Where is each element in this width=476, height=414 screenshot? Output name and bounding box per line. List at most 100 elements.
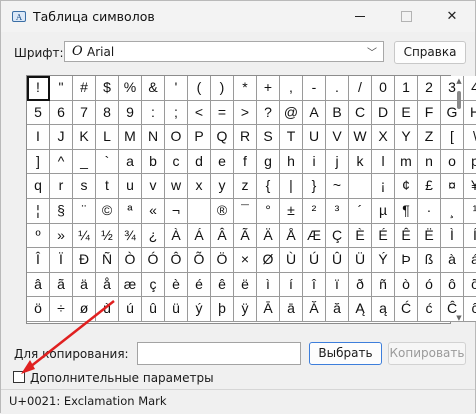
char-cell[interactable]: } [303, 174, 326, 199]
char-cell[interactable]: ¡ [372, 174, 395, 199]
char-cell[interactable]: ÿ [234, 297, 257, 322]
char-cell[interactable]: ª [119, 199, 142, 224]
char-cell[interactable]: B [326, 100, 349, 126]
char-cell[interactable]: î [303, 272, 326, 298]
char-cell[interactable]: ° [257, 199, 280, 224]
char-cell[interactable]: T [280, 125, 303, 150]
char-cell[interactable]: E [395, 100, 418, 126]
char-cell[interactable]: v [142, 174, 165, 199]
char-cell[interactable]: ä [73, 272, 96, 298]
char-cell[interactable]: Ă [303, 297, 326, 322]
char-cell[interactable]: s [73, 174, 96, 199]
char-cell[interactable]: { [257, 174, 280, 199]
char-cell[interactable]: Ä [257, 223, 280, 249]
char-cell[interactable]: * [234, 76, 257, 101]
char-cell[interactable]: ý [188, 297, 211, 322]
char-cell[interactable]: Ý [372, 248, 395, 273]
char-cell[interactable]: Â [211, 223, 234, 249]
minimize-button[interactable] [337, 1, 383, 32]
char-cell[interactable]: ¯ [234, 199, 257, 224]
char-cell[interactable]: Ø [257, 248, 280, 273]
char-cell[interactable]: % [119, 76, 142, 101]
char-cell[interactable]: Ð [73, 248, 96, 273]
char-cell[interactable]: × [234, 248, 257, 273]
char-cell[interactable]: À [165, 223, 188, 249]
select-button[interactable]: Выбрать [309, 342, 382, 365]
char-cell[interactable]: x [188, 174, 211, 199]
char-cell[interactable]: ¾ [119, 223, 142, 249]
grid-scrollbar[interactable]: ▲ ▼ [454, 76, 464, 323]
advanced-checkbox[interactable] [13, 371, 25, 383]
char-cell[interactable]: ` [96, 149, 119, 175]
char-cell[interactable]: 4 [464, 76, 476, 101]
char-cell[interactable]: l [372, 149, 395, 175]
char-cell[interactable]: | [280, 174, 303, 199]
char-cell[interactable]: h [280, 149, 303, 175]
char-cell[interactable]: = [211, 100, 234, 126]
close-button[interactable]: ✕ [429, 1, 475, 32]
char-cell[interactable]: ĉ [464, 297, 476, 322]
char-cell[interactable]: ½ [96, 223, 119, 249]
char-cell[interactable]: © [96, 199, 119, 224]
char-cell[interactable]: f [234, 149, 257, 175]
char-cell[interactable]: e [211, 149, 234, 175]
char-cell[interactable]: Ñ [96, 248, 119, 273]
char-cell[interactable]: > [234, 100, 257, 126]
char-cell[interactable]: ¢ [395, 174, 418, 199]
char-cell[interactable]: û [142, 297, 165, 322]
char-cell[interactable]: Ù [280, 248, 303, 273]
char-cell[interactable]: Y [395, 125, 418, 150]
scroll-down-arrow-icon[interactable]: ▼ [454, 313, 464, 323]
char-cell[interactable]: O [165, 125, 188, 150]
char-cell[interactable]: 6 [50, 100, 73, 126]
char-cell[interactable]: É [372, 223, 395, 249]
char-cell[interactable]: $ [96, 76, 119, 101]
char-cell[interactable]: ¬ [165, 199, 188, 224]
char-cell[interactable]: . [326, 76, 349, 101]
font-dropdown[interactable]: O Arial ﹀ [64, 41, 384, 62]
char-cell[interactable]: L [96, 125, 119, 150]
char-cell[interactable]: Û [326, 248, 349, 273]
char-cell[interactable]: 5 [27, 100, 50, 126]
char-cell[interactable]: µ [372, 199, 395, 224]
char-cell[interactable]: y [211, 174, 234, 199]
char-cell[interactable]: ¿ [142, 223, 165, 249]
char-cell[interactable]: ^ [50, 149, 73, 175]
char-cell[interactable]: å [96, 272, 119, 298]
char-cell[interactable]: & [142, 76, 165, 101]
char-cell[interactable]: 2 [418, 76, 441, 101]
char-cell[interactable]: A [303, 100, 326, 126]
char-cell[interactable]: È [349, 223, 372, 249]
char-cell[interactable]: K [73, 125, 96, 150]
char-cell[interactable]: ¥ [464, 174, 476, 199]
char-cell[interactable]: ( [188, 76, 211, 101]
char-cell[interactable]: Ò [119, 248, 142, 273]
char-cell[interactable]: á [464, 248, 476, 273]
char-cell[interactable]: ¦ [27, 199, 50, 224]
char-cell[interactable]: Q [211, 125, 234, 150]
char-cell[interactable]: ì [257, 272, 280, 298]
char-cell[interactable]: ] [27, 149, 50, 175]
char-cell[interactable]: m [395, 149, 418, 175]
char-cell[interactable]: / [349, 76, 372, 101]
char-cell[interactable]: í [280, 272, 303, 298]
char-cell[interactable]: Ë [418, 223, 441, 249]
char-cell[interactable]: b [142, 149, 165, 175]
char-cell[interactable]: ; [165, 100, 188, 126]
char-cell[interactable]: , [280, 76, 303, 101]
char-cell[interactable]: p [464, 149, 476, 175]
char-cell[interactable]: ë [234, 272, 257, 298]
char-cell[interactable]: Ï [50, 248, 73, 273]
char-cell[interactable]: æ [119, 272, 142, 298]
char-cell[interactable]: # [73, 76, 96, 101]
char-cell[interactable]: ü [165, 297, 188, 322]
char-cell[interactable]: J [50, 125, 73, 150]
char-cell[interactable]: ' [165, 76, 188, 101]
char-cell[interactable]: ± [280, 199, 303, 224]
char-cell[interactable]: < [188, 100, 211, 126]
char-cell[interactable]: F [418, 100, 441, 126]
char-cell[interactable]: ö [27, 297, 50, 322]
char-cell[interactable]: Õ [188, 248, 211, 273]
char-cell[interactable]: Ā [257, 297, 280, 322]
char-cell[interactable]: ò [395, 272, 418, 298]
